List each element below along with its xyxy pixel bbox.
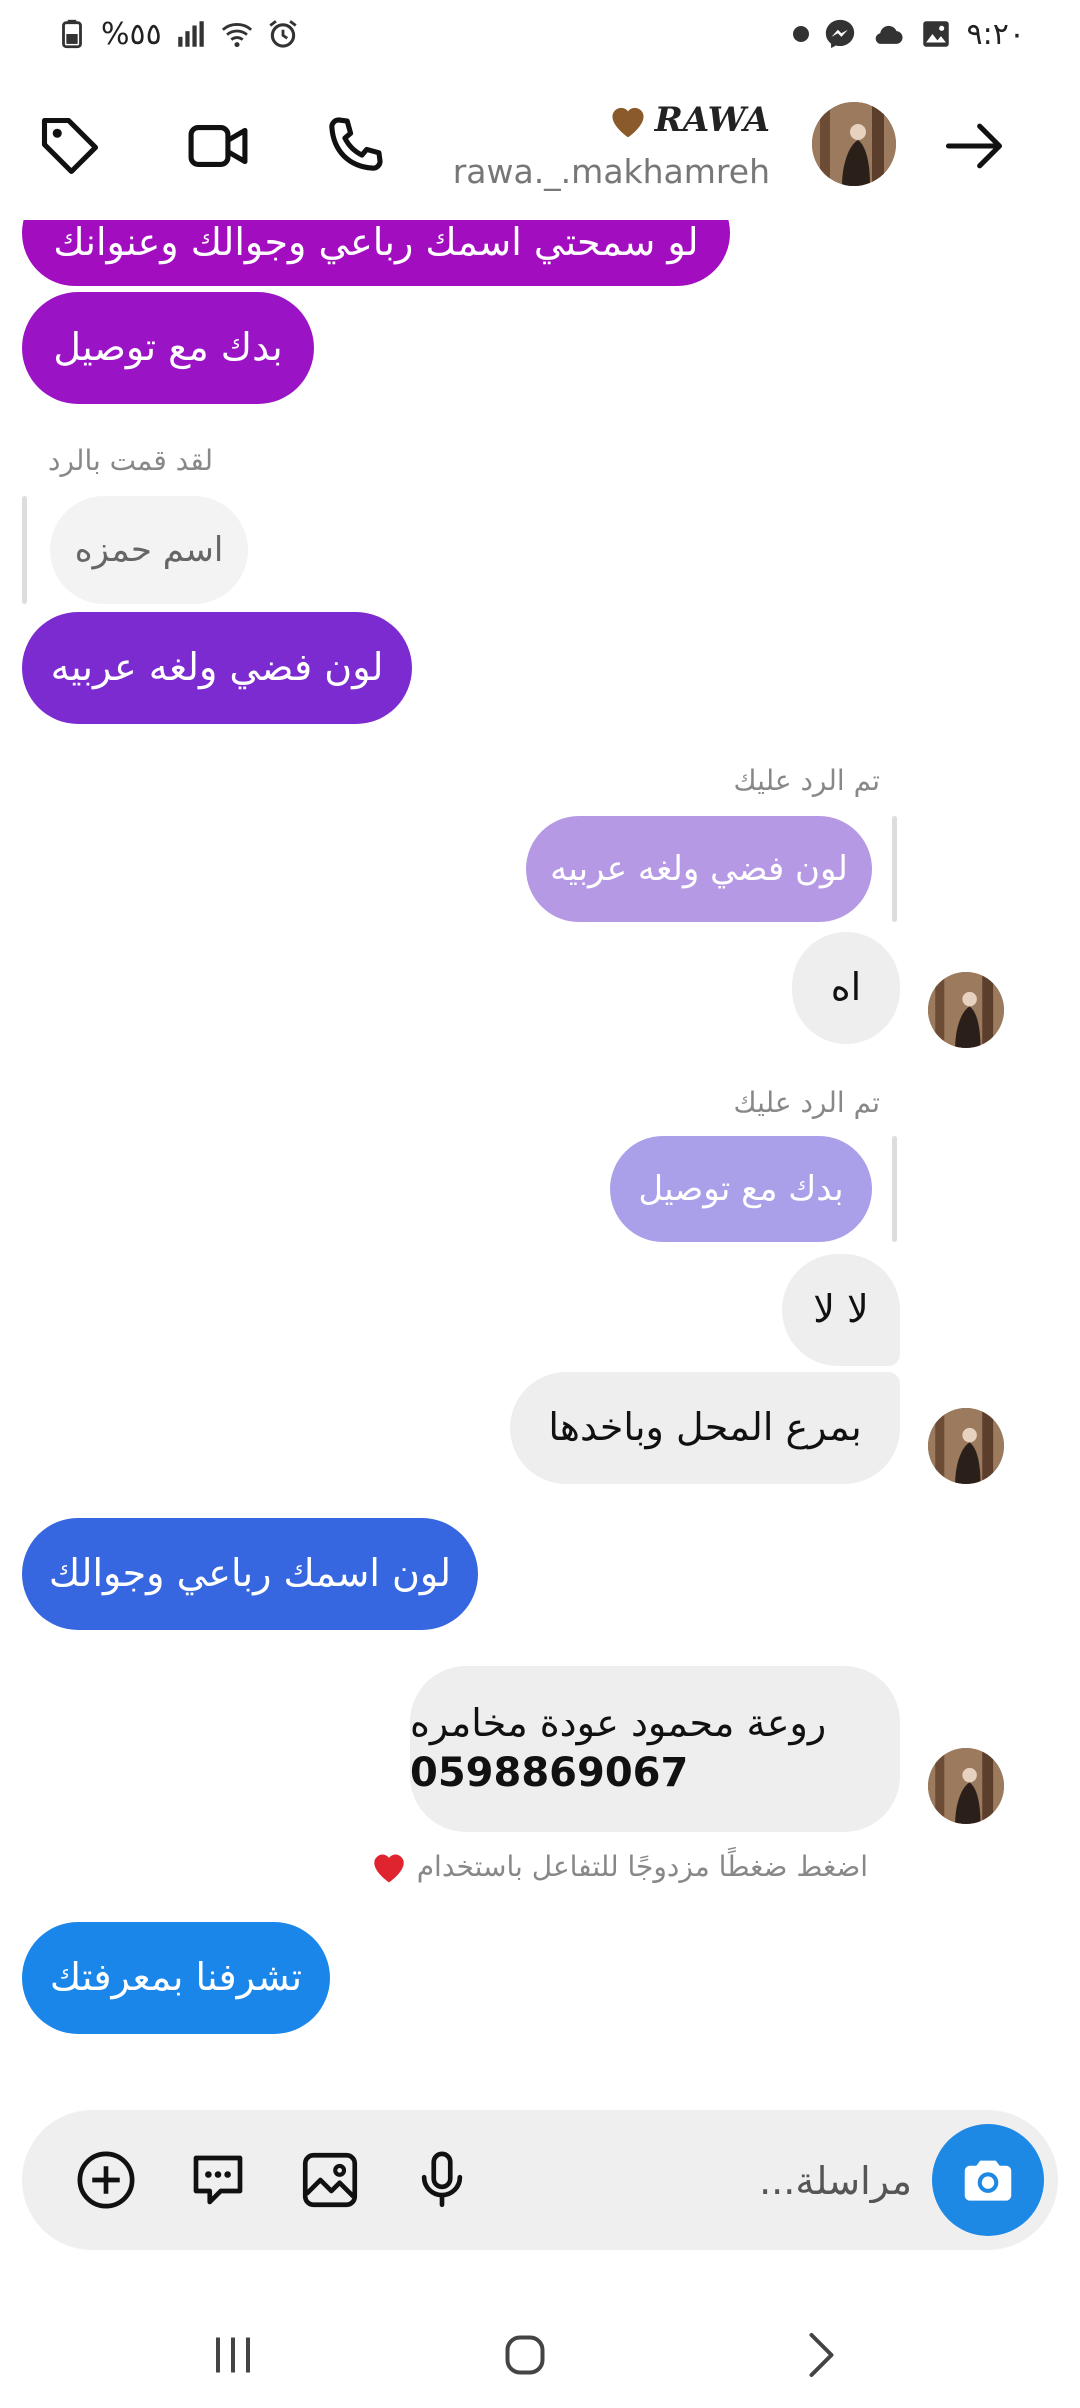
- phone-number-text: 0598869067: [410, 1749, 689, 1796]
- contact-avatar[interactable]: [812, 102, 896, 186]
- quoted-message[interactable]: بدك مع توصيل: [610, 1136, 872, 1242]
- sticker-button[interactable]: [180, 2142, 256, 2218]
- home-button[interactable]: [480, 2320, 570, 2390]
- gallery-status-icon: [922, 21, 949, 47]
- avatar-photo: [928, 1748, 1004, 1824]
- alarm-icon: [269, 20, 297, 48]
- add-button[interactable]: [68, 2142, 144, 2218]
- quoted-message[interactable]: اسم حمزه: [50, 496, 248, 604]
- plus-icon: [77, 2151, 135, 2209]
- message-mine[interactable]: لون فضي ولغه عربيه: [22, 612, 412, 724]
- message-mine[interactable]: تشرفنا بمعرفتك: [22, 1922, 330, 2034]
- quoted-text: لون فضي ولغه عربيه: [550, 849, 848, 889]
- message-text: روعة محمود عودة مخامره: [410, 1701, 827, 1746]
- contact-avatar-small[interactable]: [928, 972, 1004, 1048]
- wifi-icon: [221, 23, 252, 48]
- message-mine[interactable]: لو سمحتي اسمك رباعي وجوالك وعنوانك: [22, 220, 730, 286]
- message-thread[interactable]: لو سمحتي اسمك رباعي وجوالك وعنوانك بدك م…: [0, 220, 1080, 2100]
- notification-dot-icon: [792, 26, 809, 42]
- message-text: لو سمحتي اسمك رباعي وجوالك وعنوانك: [53, 220, 699, 265]
- contact-name-text: RAWA: [654, 100, 770, 140]
- contact-display-name[interactable]: RAWA: [607, 100, 770, 140]
- quoted-message[interactable]: لون فضي ولغه عربيه: [526, 816, 872, 922]
- battery-icon: [62, 19, 82, 49]
- mic-icon: [421, 2151, 463, 2208]
- phone-icon: [329, 117, 383, 171]
- voice-call-button[interactable]: [316, 108, 392, 184]
- sticker-icon: [193, 2155, 243, 2205]
- contact-handle[interactable]: rawa._.makhamreh: [453, 152, 770, 191]
- status-time: ٩:٢٠: [966, 16, 1025, 52]
- status-left: %٥٥: [55, 14, 300, 54]
- contact-avatar-small[interactable]: [928, 1408, 1004, 1484]
- messenger-icon: [825, 19, 854, 49]
- contact-avatar-small[interactable]: [928, 1748, 1004, 1824]
- brown-heart-icon: [612, 107, 644, 138]
- recent-apps-button[interactable]: [188, 2320, 278, 2390]
- chevron-right-icon: [809, 2333, 834, 2377]
- reply-label-mine: لقد قمت بالرد: [48, 444, 214, 477]
- nav-back-button[interactable]: [774, 2320, 864, 2390]
- tag-button[interactable]: [32, 108, 108, 184]
- reaction-hint-text: اضغط ضغطًا مزدوجًا للتفاعل باستخدام: [416, 1849, 868, 1883]
- avatar-photo: [812, 102, 896, 186]
- back-arrow-icon: [945, 123, 1003, 169]
- reply-label-theirs: تم الرد عليك: [733, 1086, 880, 1119]
- avatar-photo: [928, 1408, 1004, 1484]
- message-composer: [22, 2110, 1058, 2250]
- voice-message-button[interactable]: [404, 2142, 480, 2218]
- message-theirs[interactable]: بمرع المحل وباخدها: [510, 1372, 900, 1484]
- message-text: بمرع المحل وباخدها: [548, 1405, 862, 1450]
- quote-bar: [22, 496, 27, 604]
- quote-bar: [892, 1136, 897, 1242]
- quote-bar: [892, 816, 897, 922]
- gallery-icon: [302, 2152, 358, 2208]
- message-theirs[interactable]: اه: [792, 932, 900, 1044]
- message-theirs[interactable]: لا لا: [782, 1254, 900, 1366]
- recent-apps-icon: [216, 2337, 250, 2373]
- chat-header: RAWA rawa._.makhamreh: [0, 70, 1080, 220]
- signal-icon: [178, 21, 204, 47]
- message-theirs[interactable]: روعة محمود عودة مخامره 0598869067: [410, 1666, 900, 1832]
- message-text: لون فضي ولغه عربيه: [50, 645, 384, 690]
- system-nav-bar: [0, 2300, 1080, 2408]
- quoted-text: اسم حمزه: [74, 530, 224, 570]
- message-text: لون اسمك رباعي وجوالك: [48, 1551, 452, 1596]
- message-text: تشرفنا بمعرفتك: [49, 1955, 303, 2000]
- battery-percent: %٥٥: [101, 16, 162, 52]
- red-heart-icon[interactable]: [369, 1848, 409, 1884]
- message-mine[interactable]: بدك مع توصيل: [22, 292, 314, 404]
- cloud-icon: [875, 25, 903, 44]
- tag-icon: [41, 117, 99, 175]
- home-icon: [505, 2335, 545, 2375]
- video-call-icon: [188, 125, 248, 167]
- message-text: بدك مع توصيل: [53, 325, 283, 370]
- message-mine[interactable]: لون اسمك رباعي وجوالك: [22, 1518, 478, 1630]
- reply-label-theirs: تم الرد عليك: [733, 764, 880, 797]
- message-input[interactable]: [610, 2148, 914, 2214]
- camera-icon: [964, 2160, 1012, 2201]
- back-button[interactable]: [936, 108, 1012, 184]
- video-call-button[interactable]: [180, 108, 256, 184]
- avatar-photo: [928, 972, 1004, 1048]
- message-text: اه: [830, 965, 862, 1010]
- camera-button[interactable]: [932, 2124, 1044, 2236]
- gallery-button[interactable]: [292, 2142, 368, 2218]
- reaction-hint: اضغط ضغطًا مزدوجًا للتفاعل باستخدام: [369, 1848, 868, 1884]
- status-bar: %٥٥ ٩:٢٠: [0, 0, 1080, 70]
- quoted-text: بدك مع توصيل: [638, 1169, 844, 1209]
- message-text: لا لا: [813, 1287, 869, 1332]
- status-right: ٩:٢٠: [792, 14, 1025, 54]
